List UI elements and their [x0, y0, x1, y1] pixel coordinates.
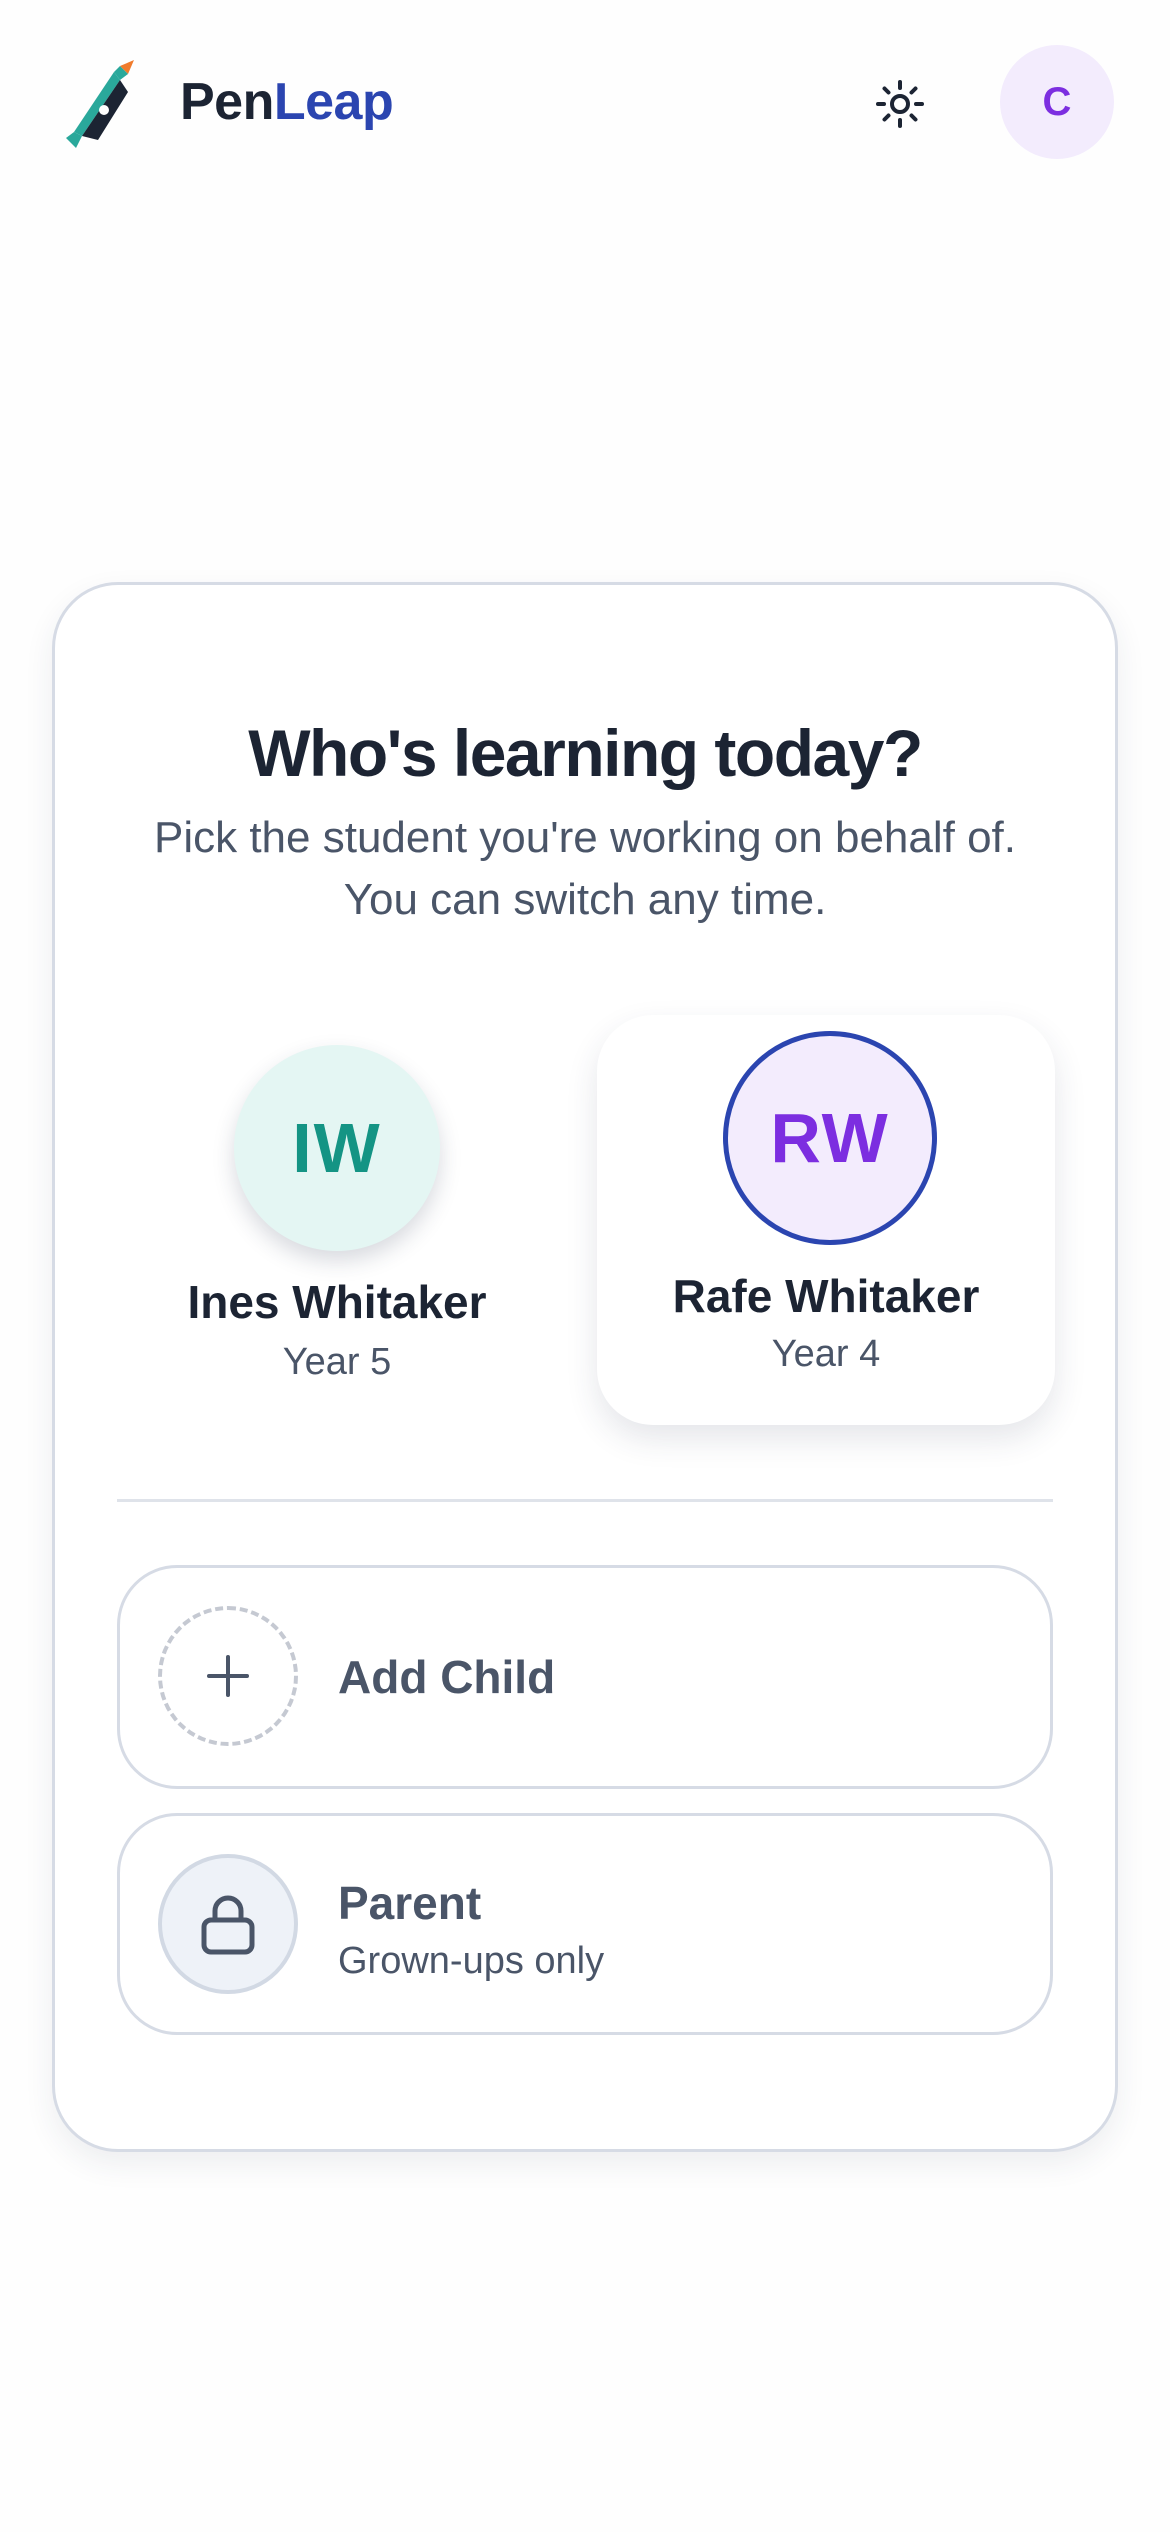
student-card-ines[interactable]: IW Ines Whitaker Year 5 [117, 1015, 557, 1425]
student-name: Ines Whitaker [187, 1276, 487, 1328]
card-title: Who's learning today? [248, 716, 923, 790]
student-year: Year 5 [282, 1341, 392, 1383]
student-picker-card: Who's learning today? Pick the student y… [52, 582, 1118, 2152]
brand-name-part2: Leap [273, 73, 394, 131]
student-card-rafe[interactable]: RW Rafe Whitaker Year 4 [597, 1015, 1055, 1425]
avatar: RW [723, 1031, 937, 1245]
avatar: IW [234, 1045, 440, 1251]
add-child-label: Add Child [338, 1651, 556, 1703]
sun-icon [876, 80, 924, 128]
brand-name-part1: Pen [180, 73, 274, 131]
parent-sub-label: Grown-ups only [338, 1940, 605, 1982]
card-subtitle: Pick the student you're working on behal… [153, 813, 1017, 924]
parent-button[interactable]: Parent Grown-ups only [117, 1813, 1053, 2035]
lock-icon [201, 1895, 255, 1955]
app-header: PenLeap C [0, 0, 1170, 210]
theme-toggle-button[interactable] [868, 72, 932, 136]
pen-logo-icon[interactable] [62, 58, 142, 148]
user-avatar-button[interactable]: C [1000, 45, 1114, 159]
add-child-circle [158, 1606, 298, 1746]
divider [117, 1499, 1053, 1502]
parent-circle [158, 1854, 298, 1994]
student-name: Rafe Whitaker [672, 1270, 980, 1322]
student-year: Year 4 [771, 1333, 881, 1375]
parent-label: Parent [338, 1877, 482, 1929]
brand-name: PenLeap [180, 70, 394, 134]
add-child-button[interactable]: Add Child [117, 1565, 1053, 1789]
plus-icon [207, 1655, 249, 1697]
